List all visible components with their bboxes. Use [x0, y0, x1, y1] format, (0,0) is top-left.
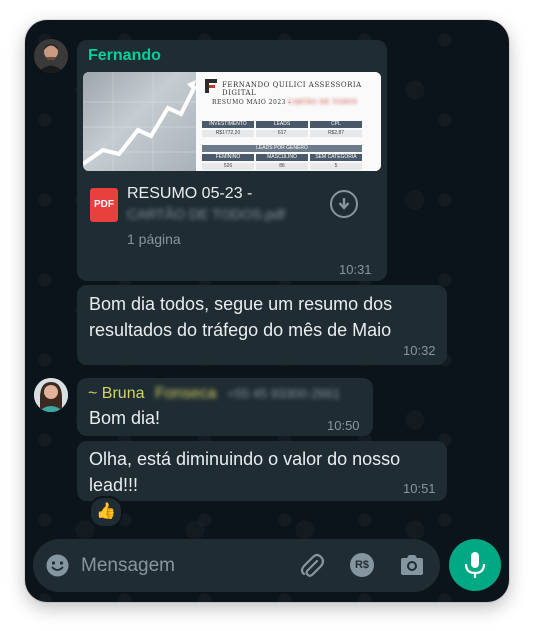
sender-name[interactable]: ~ Bruna	[88, 385, 144, 403]
table-header: FEMININO	[202, 154, 254, 161]
report-subtitle: RESUMO MAIO 2023 -	[212, 99, 291, 106]
message-time: 10:51	[403, 481, 436, 496]
sender-name[interactable]: Fernando	[88, 47, 161, 65]
emoji-icon[interactable]	[45, 553, 70, 583]
message-bubble[interactable]: ~ Bruna Fonseca +55 45 93300-2661 Bom di…	[77, 378, 373, 436]
mic-icon	[464, 552, 486, 578]
message-text: Bom dia!	[89, 408, 161, 428]
message-time: 10:50	[327, 418, 360, 433]
table-cell: R$1772,20	[202, 130, 254, 137]
table-cell: 617	[256, 130, 308, 137]
message-bubble[interactable]: Olha, está diminuindo o valor do nosso l…	[77, 441, 447, 501]
payment-icon[interactable]: R$	[350, 553, 374, 577]
download-icon[interactable]	[330, 190, 358, 218]
camera-icon[interactable]	[399, 554, 425, 581]
mic-button[interactable]	[449, 539, 501, 591]
message-composer: R$	[33, 539, 440, 592]
chat-window: Fernando FERNANDO QUILICI ASSESSORIA DIG…	[25, 20, 509, 602]
document-page-count: 1 página	[127, 231, 181, 247]
preview-chart-image	[83, 72, 197, 171]
report-header: FERNANDO QUILICI ASSESSORIA DIGITAL	[222, 81, 362, 97]
table-section-title: LEADS POR GÊNERO	[202, 145, 362, 152]
message-text: Olha, está diminuindo o valor do nosso l…	[89, 449, 401, 495]
report-logo-icon	[205, 79, 217, 93]
table-header: INVESTIMENTO	[202, 121, 254, 128]
avatar-bruna[interactable]	[34, 378, 68, 412]
message-bubble[interactable]: Bom dia todos, segue um resumo dos resul…	[77, 285, 447, 365]
table-cell: 86	[256, 163, 308, 170]
table-header: SEM CATEGORIA	[310, 154, 362, 161]
document-name-blurred: CARTÃO DE TODOS.pdf	[127, 206, 285, 222]
table-cell: 526	[202, 163, 254, 170]
message-time: 10:31	[339, 262, 372, 277]
message-document[interactable]: Fernando FERNANDO QUILICI ASSESSORIA DIG…	[77, 40, 387, 281]
sender-phone-blurred: +55 45 93300-2661	[227, 386, 341, 401]
message-text: Bom dia todos, segue um resumo dos resul…	[89, 294, 393, 340]
message-input[interactable]	[79, 552, 283, 580]
avatar-fernando[interactable]	[34, 39, 68, 73]
message-time: 10:32	[403, 343, 436, 358]
table-header: CPL	[310, 121, 362, 128]
document-name[interactable]: RESUMO 05-23 -	[127, 185, 252, 203]
table-header: MASCULINO	[256, 154, 308, 161]
table-header: LEADS	[256, 121, 308, 128]
table-cell: 5	[310, 163, 362, 170]
preview-report-page: FERNANDO QUILICI ASSESSORIA DIGITAL RESU…	[196, 72, 381, 171]
reaction-thumbs-up[interactable]: 👍	[89, 496, 123, 528]
attach-icon[interactable]	[297, 552, 325, 585]
pdf-file-icon: PDF	[90, 188, 118, 222]
document-preview[interactable]: FERNANDO QUILICI ASSESSORIA DIGITAL RESU…	[83, 72, 381, 171]
sender-name-blurred: Fonseca	[155, 385, 217, 402]
report-subtitle-blurred: CARTÃO DE TODOS	[288, 99, 358, 106]
table-cell: R$2,87	[310, 130, 362, 137]
